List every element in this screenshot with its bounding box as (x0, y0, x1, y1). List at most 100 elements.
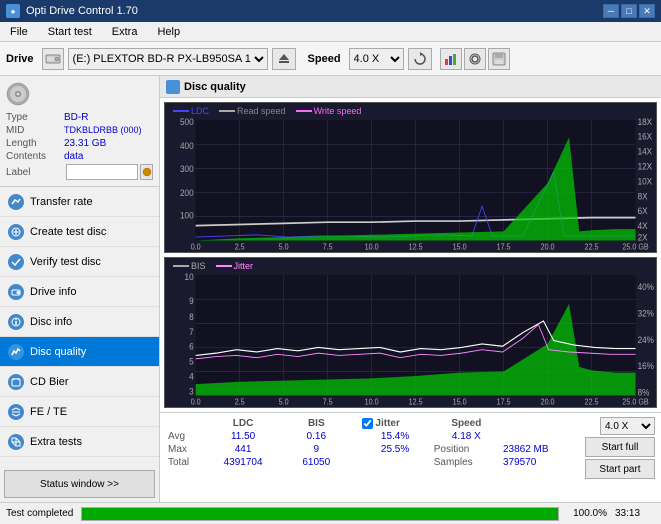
nav-disc-info[interactable]: Disc info (0, 307, 159, 337)
refresh-button[interactable] (408, 48, 432, 70)
speed-select-stat[interactable]: 4.0 X (600, 417, 655, 435)
svg-text:10X: 10X (638, 176, 653, 187)
length-val: 23.31 GB (64, 138, 106, 149)
content-header: Disc quality (160, 76, 661, 98)
menu-extra[interactable]: Extra (106, 24, 144, 40)
menu-help[interactable]: Help (151, 24, 186, 40)
content-title: Disc quality (184, 81, 246, 93)
svg-text:15.0: 15.0 (453, 397, 467, 406)
svg-text:8X: 8X (638, 191, 648, 202)
svg-text:8: 8 (189, 311, 194, 322)
svg-text:7: 7 (189, 326, 194, 337)
total-bis: 61050 (284, 456, 348, 469)
svg-text:4: 4 (189, 371, 194, 382)
chart1-legend: LDC Read speed Write speed (173, 106, 361, 116)
position-label: Position (432, 443, 501, 456)
write-speed-legend: Write speed (296, 106, 362, 116)
stats-row: LDC BIS Jitter Speed Avg (166, 417, 655, 479)
max-ldc: 441 (202, 443, 284, 456)
nav-drive-info[interactable]: Drive info (0, 277, 159, 307)
save-button[interactable] (488, 48, 510, 70)
svg-text:0.0: 0.0 (191, 242, 201, 251)
chart2-legend: BIS Jitter (173, 261, 253, 271)
menu-file[interactable]: File (4, 24, 34, 40)
svg-text:24%: 24% (638, 334, 655, 345)
contents-key: Contents (6, 151, 64, 162)
type-val: BD-R (64, 112, 88, 123)
close-button[interactable]: ✕ (639, 4, 655, 18)
settings-button[interactable] (464, 48, 486, 70)
disc-contents-row: Contents data (6, 151, 153, 162)
mid-key: MID (6, 125, 64, 136)
start-full-button[interactable]: Start full (585, 437, 655, 457)
svg-text:5.0: 5.0 (279, 242, 289, 251)
maximize-button[interactable]: □ (621, 4, 637, 18)
menu-start-test[interactable]: Start test (42, 24, 98, 40)
label-input[interactable] (66, 164, 138, 180)
disc-type-row: Type BD-R (6, 112, 153, 123)
avg-ldc: 11.50 (202, 430, 284, 443)
svg-text:17.5: 17.5 (497, 397, 511, 406)
drive-label: Drive (6, 53, 34, 65)
svg-text:5.0: 5.0 (279, 397, 289, 406)
nav-cd-bier[interactable]: CD Bier (0, 367, 159, 397)
nav-extra-tests[interactable]: Extra tests (0, 427, 159, 457)
svg-text:200: 200 (180, 187, 194, 198)
avg-speed: 4.18 X (432, 430, 501, 443)
chart1-container: LDC Read speed Write speed (164, 102, 657, 253)
type-key: Type (6, 112, 64, 123)
toolbar: Drive (E:) PLEXTOR BD-R PX-LB950SA 1.06 … (0, 42, 661, 76)
speed-select[interactable]: 4.0 X 2.0 X 8.0 X (349, 48, 404, 70)
nav-cd-bier-label: CD Bier (30, 376, 69, 388)
progress-percent: 100.0% (567, 508, 607, 519)
avg-bis: 0.16 (284, 430, 348, 443)
avg-label: Avg (166, 430, 202, 443)
svg-text:22.5: 22.5 (585, 397, 599, 406)
extra-tests-icon (8, 434, 24, 450)
jitter-checkbox[interactable] (362, 418, 373, 429)
stats-panel: LDC BIS Jitter Speed Avg (160, 412, 661, 502)
jitter-check-cell: Jitter (358, 417, 431, 430)
svg-text:20.0: 20.0 (541, 397, 555, 406)
disc-quality-icon (8, 344, 24, 360)
svg-text:6: 6 (189, 341, 194, 352)
svg-text:7.5: 7.5 (323, 397, 333, 406)
nav-transfer-rate[interactable]: Transfer rate (0, 187, 159, 217)
nav-disc-quality[interactable]: Disc quality (0, 337, 159, 367)
time-elapsed: 33:13 (615, 508, 655, 519)
disc-mid-row: MID TDKBLDRBB (000) (6, 125, 153, 136)
nav-verify-test-disc[interactable]: Verify test disc (0, 247, 159, 277)
app-icon: ● (6, 4, 20, 18)
nav-items: Transfer rate Create test disc Verify te… (0, 187, 159, 466)
svg-text:17.5: 17.5 (497, 242, 511, 251)
svg-text:18X: 18X (638, 116, 653, 127)
status-window-button[interactable]: Status window >> (4, 470, 155, 498)
label-edit-button[interactable] (140, 164, 153, 180)
svg-text:14X: 14X (638, 146, 653, 157)
jitter-legend: Jitter (216, 261, 254, 271)
max-jitter: 25.5% (358, 443, 431, 456)
start-part-button[interactable]: Start part (585, 459, 655, 479)
nav-create-test-disc[interactable]: Create test disc (0, 217, 159, 247)
svg-text:100: 100 (180, 210, 194, 221)
verify-test-disc-icon (8, 254, 24, 270)
right-controls: 4.0 X Start full Start part (585, 417, 655, 479)
drive-icon-btn (42, 48, 64, 70)
minimize-button[interactable]: ─ (603, 4, 619, 18)
svg-text:22.5: 22.5 (585, 242, 599, 251)
svg-text:7.5: 7.5 (323, 242, 333, 251)
disc-info-icon (8, 314, 24, 330)
avg-jitter: 15.4% (358, 430, 431, 443)
drive-select[interactable]: (E:) PLEXTOR BD-R PX-LB950SA 1.06 (68, 48, 268, 70)
bis-header: BIS (284, 417, 348, 430)
svg-text:10.0: 10.0 (365, 397, 379, 406)
svg-text:4X: 4X (638, 221, 648, 232)
jitter-label: Jitter (375, 418, 399, 429)
content-area: Disc quality LDC Read speed Write speed (160, 76, 661, 502)
svg-text:2.5: 2.5 (235, 397, 245, 406)
nav-fe-te[interactable]: FE / TE (0, 397, 159, 427)
graph-button[interactable] (440, 48, 462, 70)
svg-text:25.0 GB: 25.0 GB (622, 397, 648, 406)
stats-table: LDC BIS Jitter Speed Avg (166, 417, 581, 469)
eject-button[interactable] (272, 48, 296, 70)
